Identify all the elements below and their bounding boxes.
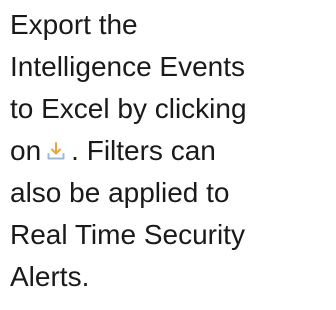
export-instruction-text: Export the Intelligence Events to Excel …: [10, 4, 332, 298]
download-icon[interactable]: [45, 140, 67, 162]
instruction-line-2: Intelligence Events: [10, 51, 246, 82]
instruction-line-4-start: on: [10, 135, 42, 166]
instruction-line-7: Alerts.: [10, 261, 90, 292]
instruction-line-4-end: . Filters can: [71, 135, 216, 166]
instruction-line-5: also be applied to: [10, 177, 230, 208]
instruction-line-1: Export the: [10, 9, 138, 40]
instruction-line-4: on . Filters can: [10, 130, 332, 172]
instruction-line-3: to Excel by clicking: [10, 93, 247, 124]
instruction-line-6: Real Time Security: [10, 219, 245, 250]
